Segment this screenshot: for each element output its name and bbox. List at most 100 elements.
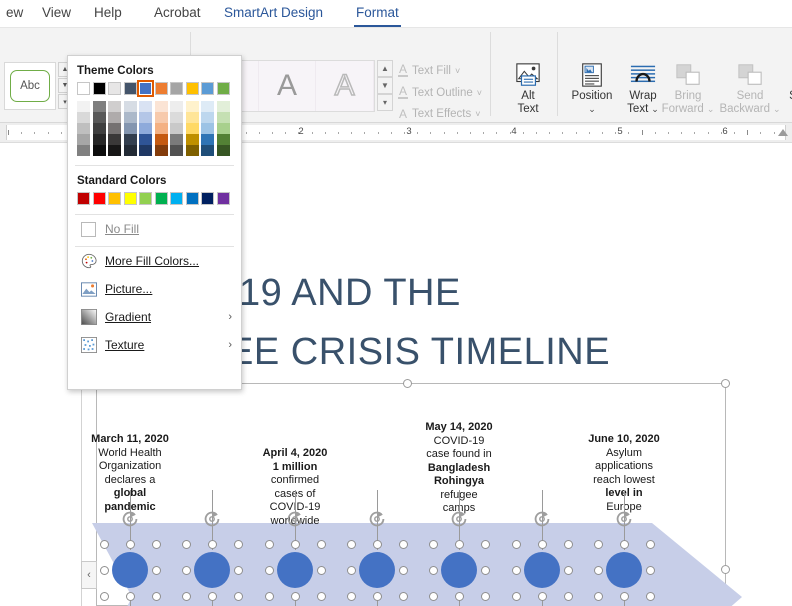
theme-color-swatch-9[interactable] — [216, 82, 230, 95]
standard-color-swatch-0[interactable] — [77, 192, 90, 205]
theme-color-swatch-4[interactable] — [137, 80, 154, 97]
node-selection-handle[interactable] — [125, 539, 135, 549]
timeline-node-6[interactable] — [524, 552, 560, 588]
node-selection-handle[interactable] — [207, 539, 217, 549]
theme-variant-9-1[interactable] — [216, 112, 230, 123]
theme-variant-7-4[interactable] — [185, 145, 199, 156]
chevron-down-icon[interactable]: ˅ — [455, 66, 460, 76]
node-selection-handle[interactable] — [346, 539, 356, 549]
theme-variant-5-0[interactable] — [154, 101, 168, 112]
node-selection-handle[interactable] — [563, 591, 573, 601]
theme-variant-6-1[interactable] — [170, 112, 183, 123]
wordart-style-2[interactable]: A — [258, 61, 317, 111]
bring-forward-button[interactable]: Bring Forward ⌄ — [660, 60, 716, 116]
standard-color-swatch-8[interactable] — [201, 192, 214, 205]
rotate-handle-icon[interactable] — [366, 508, 390, 532]
document-title-line-2[interactable]: EE CRISIS TIMELINE — [228, 331, 610, 374]
tab-help[interactable]: Help — [88, 0, 128, 28]
timeline-node-3[interactable] — [277, 552, 313, 588]
node-selection-handle[interactable] — [480, 565, 490, 575]
theme-variant-column-0[interactable] — [77, 101, 90, 156]
theme-color-swatch-3[interactable] — [123, 82, 137, 95]
node-selection-handle[interactable] — [563, 539, 573, 549]
theme-variant-7-1[interactable] — [185, 112, 199, 123]
theme-variant-2-0[interactable] — [108, 101, 121, 112]
node-selection-handle[interactable] — [233, 565, 243, 575]
node-selection-handle[interactable] — [264, 591, 274, 601]
theme-variant-1-0[interactable] — [92, 101, 106, 112]
node-selection-handle[interactable] — [99, 539, 109, 549]
theme-variant-5-1[interactable] — [154, 112, 168, 123]
theme-variant-0-0[interactable] — [77, 101, 90, 112]
timeline-node-5[interactable] — [441, 552, 477, 588]
alt-text-button[interactable]: Alt Text — [500, 60, 556, 116]
node-selection-handle[interactable] — [398, 565, 408, 575]
node-selection-handle[interactable] — [511, 591, 521, 601]
node-selection-handle[interactable] — [398, 591, 408, 601]
theme-variant-4-3[interactable] — [139, 134, 152, 145]
theme-variant-1-3[interactable] — [92, 134, 106, 145]
shape-fill-dropdown-menu[interactable]: Theme Colors Standard Colors No Fill Mor… — [67, 55, 242, 390]
node-selection-handle[interactable] — [346, 565, 356, 575]
timeline-node-4[interactable] — [359, 552, 395, 588]
texture-item[interactable]: Texture › — [68, 331, 241, 359]
node-selection-handle[interactable] — [511, 539, 521, 549]
node-selection-handle[interactable] — [99, 591, 109, 601]
theme-variant-column-3[interactable] — [123, 101, 137, 156]
node-selection-handle[interactable] — [233, 591, 243, 601]
theme-variant-8-2[interactable] — [201, 123, 214, 134]
text-fill-button[interactable]: A Text Fill ˅ — [398, 63, 460, 77]
theme-variant-2-1[interactable] — [108, 112, 121, 123]
node-selection-handle[interactable] — [346, 591, 356, 601]
theme-color-swatch-7[interactable] — [185, 82, 199, 95]
shape-style-preview[interactable]: Abc — [4, 62, 56, 110]
node-selection-handle[interactable] — [563, 565, 573, 575]
chevron-down-icon[interactable]: ⌄ — [707, 103, 715, 116]
smartart-handle-top-center[interactable] — [403, 379, 412, 388]
standard-color-swatch-4[interactable] — [139, 192, 152, 205]
theme-variant-column-1[interactable] — [92, 101, 106, 156]
theme-variant-4-4[interactable] — [139, 145, 152, 156]
theme-variant-8-0[interactable] — [201, 101, 214, 112]
theme-variant-8-4[interactable] — [201, 145, 214, 156]
rotate-handle-icon[interactable] — [448, 508, 472, 532]
node-selection-handle[interactable] — [151, 591, 161, 601]
theme-variant-6-2[interactable] — [170, 123, 183, 134]
theme-variant-0-2[interactable] — [77, 123, 90, 134]
node-selection-handle[interactable] — [645, 565, 655, 575]
theme-variant-column-9[interactable] — [216, 101, 230, 156]
chevron-down-icon[interactable]: ⌄ — [773, 103, 781, 116]
theme-color-variants-grid[interactable] — [68, 95, 241, 156]
node-selection-handle[interactable] — [645, 539, 655, 549]
node-selection-handle[interactable] — [316, 539, 326, 549]
theme-variant-0-1[interactable] — [77, 112, 90, 123]
theme-variant-6-4[interactable] — [170, 145, 183, 156]
tab-review[interactable]: ew — [0, 0, 29, 28]
node-selection-handle[interactable] — [454, 539, 464, 549]
theme-variant-7-3[interactable] — [185, 134, 199, 145]
standard-color-swatch-7[interactable] — [185, 192, 199, 205]
chevron-down-icon[interactable]: ˅ — [475, 109, 480, 119]
node-selection-handle[interactable] — [264, 539, 274, 549]
theme-variant-9-2[interactable] — [216, 123, 230, 134]
theme-colors-row[interactable] — [68, 80, 241, 97]
rotate-handle-icon[interactable] — [613, 508, 637, 532]
node-selection-handle[interactable] — [233, 539, 243, 549]
theme-color-swatch-1[interactable] — [92, 82, 106, 95]
theme-variant-8-1[interactable] — [201, 112, 214, 123]
node-selection-handle[interactable] — [151, 565, 161, 575]
standard-color-swatch-2[interactable] — [108, 192, 121, 205]
node-selection-handle[interactable] — [593, 565, 603, 575]
node-selection-handle[interactable] — [151, 539, 161, 549]
node-selection-handle[interactable] — [480, 591, 490, 601]
theme-variant-1-1[interactable] — [92, 112, 106, 123]
theme-variant-7-0[interactable] — [185, 101, 199, 112]
theme-variant-6-0[interactable] — [170, 101, 183, 112]
node-selection-handle[interactable] — [593, 591, 603, 601]
node-selection-handle[interactable] — [645, 591, 655, 601]
theme-variant-4-2[interactable] — [139, 123, 152, 134]
node-selection-handle[interactable] — [181, 539, 191, 549]
gradient-item[interactable]: Gradient › — [68, 303, 241, 331]
theme-variant-5-4[interactable] — [154, 145, 168, 156]
tab-format[interactable]: Format — [350, 0, 405, 28]
